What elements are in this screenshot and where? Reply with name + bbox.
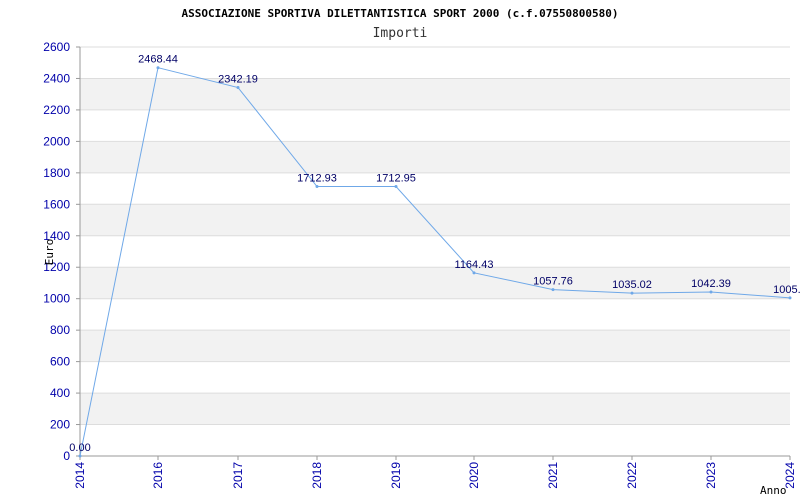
data-label: 2468.44 <box>138 54 178 66</box>
y-tick-label: 2200 <box>43 103 70 117</box>
grid-band <box>80 393 790 425</box>
chart-subtitle: Importi <box>373 26 428 41</box>
data-point <box>156 66 160 70</box>
y-tick-label: 200 <box>50 418 70 432</box>
x-axis-ticks: 2014 2016 2017 2018 2019 2020 2021 2022 2023 2024 <box>73 456 797 489</box>
grid-bands <box>80 78 790 425</box>
data-point <box>472 271 476 275</box>
x-axis-label: Anno <box>760 484 787 497</box>
grid-band <box>80 78 790 110</box>
y-tick-label: 600 <box>50 355 70 369</box>
y-tick-label: 2400 <box>43 71 70 85</box>
data-point <box>78 454 82 458</box>
x-tick-label: 2014 <box>73 462 87 489</box>
y-tick-label: 1800 <box>43 166 70 180</box>
x-tick-label: 2023 <box>704 462 718 489</box>
grid-band <box>80 141 790 173</box>
data-point <box>394 185 398 189</box>
line-chart: 0200400600800100012001400160018002000220… <box>43 7 800 497</box>
x-tick-label: 2017 <box>231 462 245 489</box>
data-label: 1042.39 <box>691 278 731 290</box>
data-label: 0.00 <box>69 442 90 454</box>
data-point <box>551 288 555 292</box>
x-tick-label: 2018 <box>310 462 324 489</box>
grid-band <box>80 204 790 236</box>
data-label: 1712.93 <box>297 173 337 185</box>
x-tick-label: 2022 <box>625 462 639 489</box>
x-tick-label: 2020 <box>467 462 481 489</box>
data-point <box>236 86 240 90</box>
y-axis-label: Euro <box>43 239 56 266</box>
y-tick-label: 1600 <box>43 197 70 211</box>
data-label: 1005.5 <box>773 284 800 296</box>
y-tick-label: 400 <box>50 386 70 400</box>
y-tick-label: 800 <box>50 323 70 337</box>
data-label: 1164.43 <box>455 259 494 271</box>
data-point <box>630 291 634 295</box>
y-tick-label: 2600 <box>43 40 70 54</box>
x-tick-label: 2019 <box>389 462 403 489</box>
grid-band <box>80 330 790 362</box>
data-label: 1035.02 <box>612 279 652 291</box>
x-tick-label: 2016 <box>151 462 165 489</box>
grid-band <box>80 267 790 299</box>
data-point <box>788 296 792 300</box>
chart-title: ASSOCIAZIONE SPORTIVA DILETTANTISTICA SP… <box>181 7 618 20</box>
data-point <box>709 290 713 294</box>
data-label: 1712.95 <box>376 173 416 185</box>
y-tick-label: 1000 <box>43 292 70 306</box>
y-tick-label: 2000 <box>43 134 70 148</box>
data-label: 1057.76 <box>533 276 573 288</box>
data-label: 2342.19 <box>218 74 258 86</box>
x-tick-label: 2021 <box>546 462 560 489</box>
data-point <box>315 185 319 189</box>
